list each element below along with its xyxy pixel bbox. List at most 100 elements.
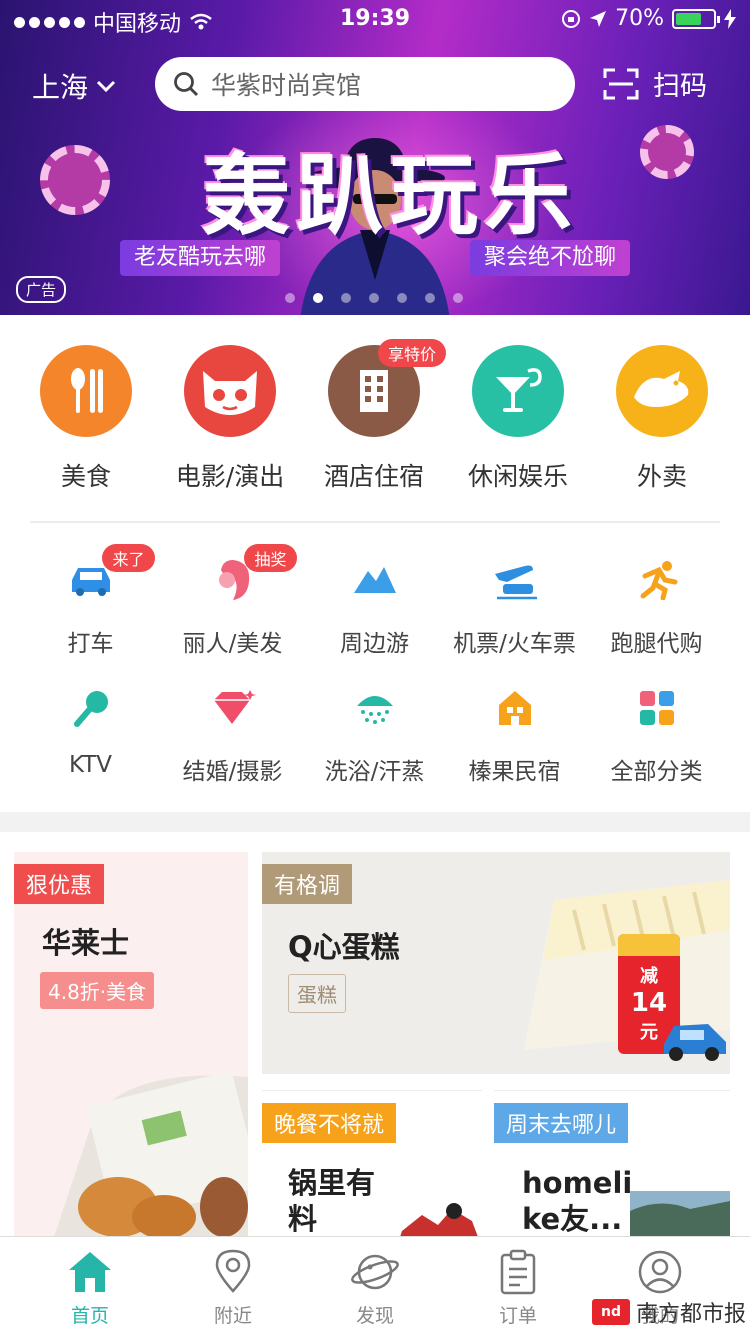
category-label: 电影/演出: [175, 462, 285, 491]
scan-label: 扫码: [653, 71, 707, 102]
newspaper-watermark: nd 南方都市报: [591, 1296, 746, 1328]
promo-card-dinner[interactable]: 晚餐不将就 锅里有 料: [262, 1090, 482, 1236]
subcategory-icon-wrap: 来了: [61, 544, 155, 610]
category-food[interactable]: 美食: [16, 345, 156, 493]
subcategory-wedding[interactable]: 结婚/摄影: [162, 678, 303, 786]
subcategory-nearby-travel[interactable]: 周边游: [304, 550, 445, 658]
city-selector[interactable]: 上海: [32, 66, 116, 106]
carousel-dot[interactable]: [397, 293, 407, 303]
mountain-icon: [353, 567, 396, 593]
hero-banner[interactable]: 轰趴玩乐 老友酷玩去哪 聚会绝不尬聊 广告 中国移动 19:39 70% 上海 …: [0, 0, 750, 315]
subcategory-bath[interactable]: 洗浴/汗蒸: [304, 678, 445, 786]
watermark-text: 南方都市报: [635, 1302, 746, 1327]
subcategory-label: 洗浴/汗蒸: [324, 759, 425, 785]
category-leisure[interactable]: 休闲娱乐: [448, 345, 588, 493]
subcategory-all[interactable]: 全部分类: [586, 678, 727, 786]
subcategory-label: 打车: [67, 631, 114, 657]
grid-icon: [639, 691, 674, 725]
promo-title: 华莱士: [42, 926, 130, 960]
category-circle: [40, 345, 132, 437]
status-right: 70%: [561, 6, 736, 31]
promo-tag: 有格调: [262, 864, 353, 904]
search-placeholder: 华紫时尚宾馆: [211, 71, 362, 100]
category-label: 美食: [60, 462, 111, 491]
banner-slogan-left: 老友酷玩去哪: [120, 240, 281, 276]
category-label: 外卖: [636, 462, 687, 491]
fried-chicken-image: [54, 1071, 248, 1236]
tab-orders[interactable]: 订单: [443, 1247, 593, 1328]
dinner-illustration: [400, 1203, 478, 1236]
subcategory-icon-wrap: [345, 550, 405, 610]
plane-train-icon: [494, 565, 537, 600]
category-circle: [616, 345, 708, 437]
category-hotel[interactable]: 享特价 酒店住宿: [304, 339, 446, 493]
subcategory-icon-wrap: [627, 678, 687, 738]
promo-subtitle: 蛋糕: [288, 974, 346, 1013]
carousel-dot[interactable]: [341, 293, 351, 303]
location-arrow-icon: [590, 10, 607, 27]
carousel-dot[interactable]: [425, 293, 435, 303]
scan-button[interactable]: 扫码: [603, 64, 707, 103]
diamond-icon: [213, 690, 256, 724]
battery-percent: 70%: [615, 6, 664, 31]
promo-tag: 晚餐不将就: [262, 1103, 397, 1143]
tab-label: 订单: [498, 1305, 537, 1327]
tab-discover[interactable]: 发现: [300, 1247, 450, 1328]
subcategory-icon-wrap: 抽奖: [203, 544, 297, 610]
ad-tag: 广告: [16, 276, 67, 303]
subcategory-label: 结婚/摄影: [182, 759, 283, 785]
promo-tag: 狠优惠: [14, 864, 105, 904]
rotation-lock-icon: [562, 9, 581, 28]
subcategory-tickets[interactable]: 机票/火车票: [444, 550, 585, 658]
section-separator: [0, 812, 750, 832]
category-takeout[interactable]: 外卖: [592, 345, 732, 493]
subcategory-label: 周边游: [340, 631, 409, 657]
subcategory-taxi[interactable]: 来了 打车: [20, 544, 161, 658]
subcategory-errand[interactable]: 跑腿代购: [586, 550, 727, 658]
promo-card-weekend[interactable]: 周末去哪儿 homeli ke友...: [494, 1090, 730, 1236]
search-input[interactable]: 华紫时尚宾馆: [155, 57, 575, 111]
carousel-dot[interactable]: [369, 293, 379, 303]
chevron-down-icon: [96, 80, 116, 93]
watermark-logo: nd: [591, 1299, 630, 1325]
promo-title: homeli ke友...: [522, 1166, 633, 1236]
tab-icon-wrap: [208, 1247, 258, 1297]
promo-card-wallace[interactable]: 狠优惠 华莱士 4.8折·美食: [14, 852, 248, 1236]
hotel-badge: 享特价: [377, 339, 446, 367]
tab-home[interactable]: 首页: [15, 1247, 165, 1328]
carousel-dot[interactable]: [313, 293, 323, 303]
tab-icon-wrap: [635, 1247, 685, 1297]
category-movie[interactable]: 电影/演出: [160, 345, 300, 493]
beauty-badge: 抽奖: [244, 544, 297, 572]
taxi-badge: 来了: [102, 544, 155, 572]
banner-slogan-right: 聚会绝不尬聊: [470, 240, 631, 276]
user-icon: [638, 1250, 682, 1294]
subcategory-icon-wrap: [485, 550, 545, 610]
subcategory-beauty[interactable]: 抽奖 丽人/美发: [162, 544, 303, 658]
home-icon: [69, 1252, 111, 1292]
coupon-prefix: 减: [640, 966, 658, 987]
weekend-photo: [630, 1191, 730, 1236]
microphone-icon: [73, 691, 108, 727]
category-label: 酒店住宿: [323, 462, 424, 491]
fork-knife-icon: [71, 368, 103, 413]
subcategory-icon-wrap: [345, 678, 405, 738]
category-divider: [30, 521, 720, 523]
search-icon: [174, 72, 199, 97]
tab-label: 发现: [355, 1305, 394, 1327]
subcategory-ktv[interactable]: KTV: [20, 678, 161, 778]
carousel-indicators[interactable]: [285, 293, 463, 303]
carousel-dot[interactable]: [453, 293, 463, 303]
tab-label: 附近: [213, 1305, 252, 1327]
carousel-dot[interactable]: [285, 293, 295, 303]
promo-card-cake[interactable]: 有格调 Q心蛋糕 蛋糕 减 14 元: [262, 852, 730, 1074]
banner-title: 轰趴玩乐: [201, 143, 578, 247]
category-circle: [472, 345, 564, 437]
subcategory-label: 全部分类: [610, 759, 703, 785]
subcategory-label: 机票/火车票: [453, 631, 576, 657]
subcategory-homestay[interactable]: 榛果民宿: [444, 678, 585, 786]
tab-nearby[interactable]: 附近: [158, 1247, 308, 1328]
category-circle: 享特价: [328, 339, 446, 437]
subcategory-label: 丽人/美发: [182, 631, 283, 657]
cocktail-icon: [496, 368, 542, 412]
